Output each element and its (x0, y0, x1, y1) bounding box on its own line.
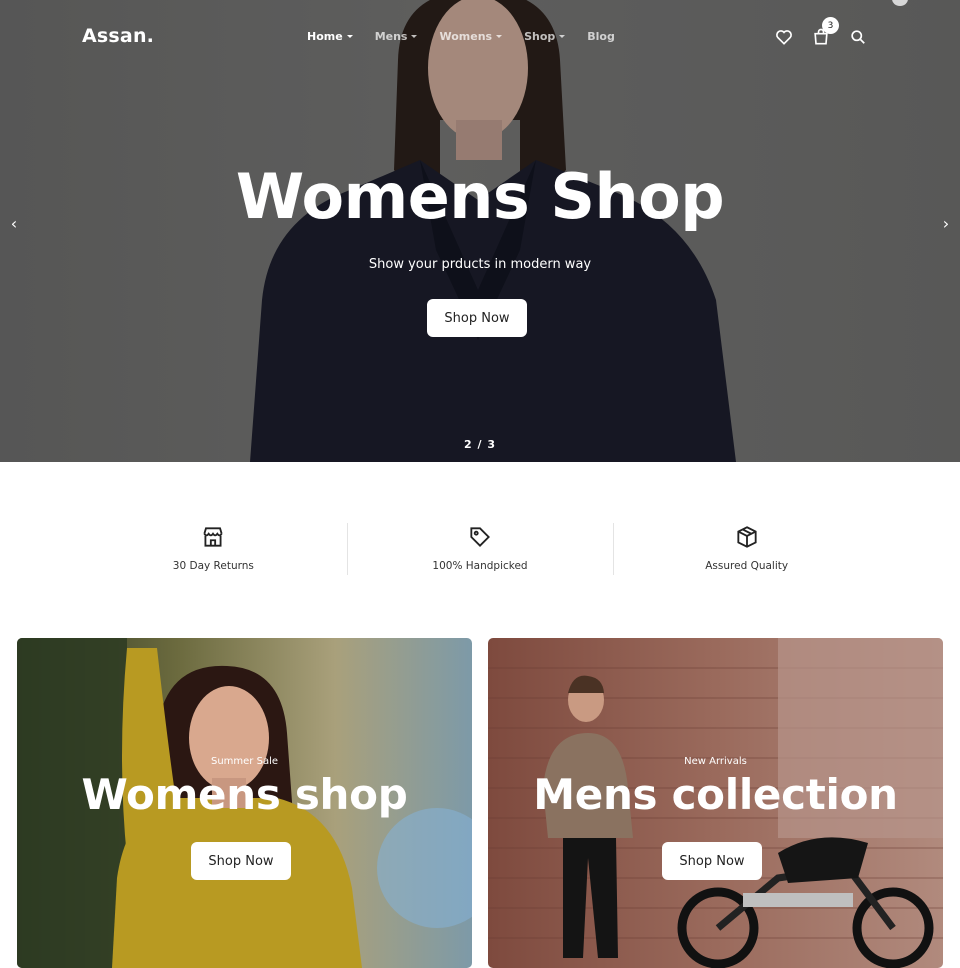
promo-title: Womens shop (81, 770, 408, 819)
promo-card-womens[interactable]: Summer Sale Womens shop Shop Now (17, 638, 472, 968)
nav-item-blog[interactable]: Blog (587, 30, 615, 43)
nav-item-womens[interactable]: Womens (439, 30, 503, 43)
caret-down-icon (346, 35, 353, 38)
store-icon (203, 527, 223, 547)
heart-icon[interactable] (774, 27, 794, 47)
box-icon (737, 526, 757, 548)
feature-label: 100% Handpicked (432, 560, 528, 572)
hero-title: Womens Shop (235, 160, 725, 233)
brand-logo[interactable]: Assan. (82, 25, 154, 47)
feature-handpicked: 100% Handpicked (346, 520, 614, 580)
nav-item-shop[interactable]: Shop (524, 30, 566, 43)
features-strip: 30 Day Returns 100% Handpicked Assured Q… (80, 520, 880, 580)
feature-returns: 30 Day Returns (80, 520, 347, 580)
cart-count-badge: 3 (822, 17, 839, 34)
caret-down-icon (559, 35, 566, 38)
nav-actions: 3 (774, 17, 885, 47)
nav-item-label: Shop (524, 30, 556, 43)
promo-shop-now-button[interactable]: Shop Now (191, 842, 291, 880)
promo-card-mens[interactable]: New Arrivals Mens collection Shop Now (488, 638, 943, 968)
hero-subtitle: Show your prducts in modern way (368, 257, 592, 272)
nav-item-home[interactable]: Home (307, 30, 353, 43)
promo-eyebrow: Summer Sale (210, 756, 279, 767)
feature-label: 30 Day Returns (172, 560, 254, 572)
feature-quality: Assured Quality (613, 520, 880, 580)
promo-shop-now-button[interactable]: Shop Now (662, 842, 762, 880)
search-icon[interactable] (848, 27, 868, 47)
cart-icon[interactable]: 3 (811, 17, 839, 47)
caret-down-icon (411, 35, 418, 38)
main-menu: Home Mens Womens Shop Blog (307, 30, 637, 43)
nav-item-mens[interactable]: Mens (375, 30, 418, 43)
tag-icon (470, 527, 490, 547)
slide-counter: 2 / 3 (464, 438, 496, 451)
caret-down-icon (496, 35, 503, 38)
feature-label: Assured Quality (705, 560, 789, 572)
hero-slider: Assan. Home Mens Womens Shop Blog 3 ‹ › … (0, 0, 960, 462)
nav-item-label: Womens (439, 30, 493, 43)
top-navbar: Assan. Home Mens Womens Shop Blog 3 (0, 0, 960, 76)
hero-shop-now-button[interactable]: Shop Now (427, 299, 527, 337)
nav-item-label: Home (307, 30, 343, 43)
promo-title: Mens collection (533, 770, 898, 819)
nav-item-label: Blog (587, 30, 615, 43)
nav-item-label: Mens (374, 30, 408, 43)
promo-eyebrow: New Arrivals (684, 756, 747, 767)
